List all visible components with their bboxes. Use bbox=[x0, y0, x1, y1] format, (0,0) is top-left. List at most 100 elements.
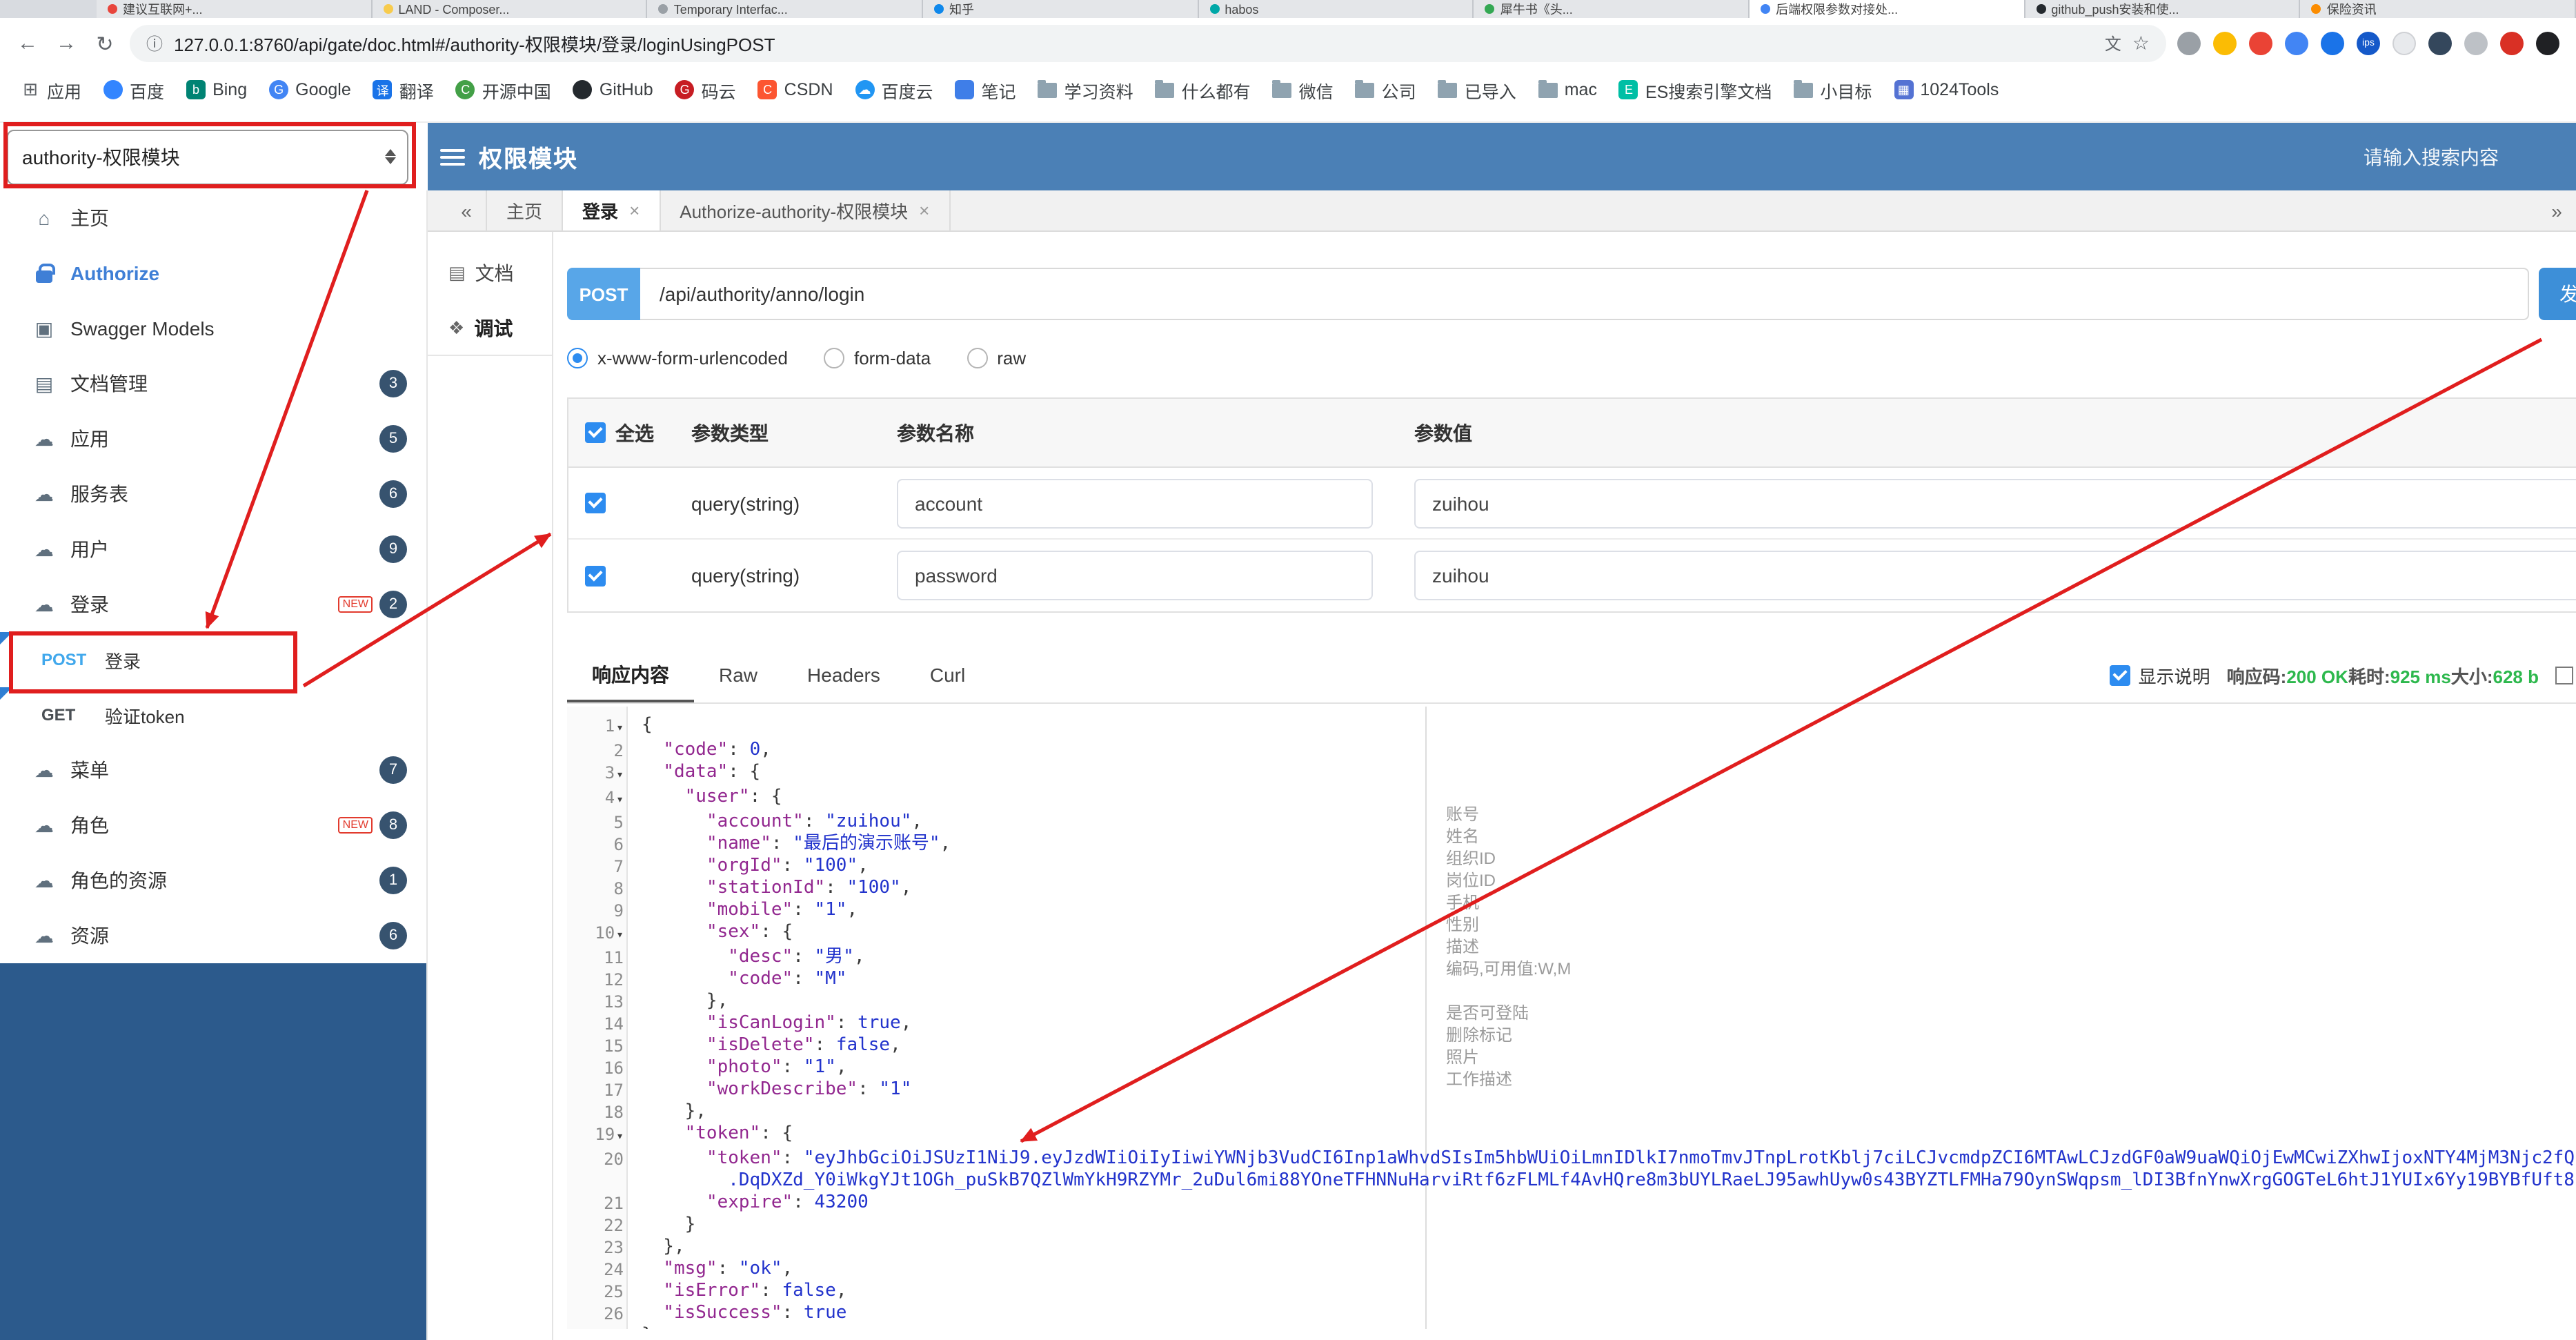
bookmark-item[interactable]: 公司 bbox=[1346, 73, 1426, 106]
fold-icon[interactable]: ▾ bbox=[616, 722, 624, 736]
param-name-input[interactable]: password bbox=[897, 551, 1373, 600]
content-type-radio[interactable]: x-www-form-urlencoded bbox=[567, 347, 788, 368]
sidebar-item-文档管理[interactable]: ▤ 文档管理 3 bbox=[0, 356, 426, 411]
row-checkbox[interactable] bbox=[585, 565, 606, 586]
bookmark-item[interactable]: 小目标 bbox=[1784, 73, 1881, 106]
pinwheel-extension-icon[interactable] bbox=[2500, 32, 2524, 55]
shield-extension-icon[interactable] bbox=[2428, 32, 2452, 55]
fold-icon[interactable]: ▾ bbox=[616, 1130, 624, 1144]
bookmark-item[interactable]: ☁ 百度云 bbox=[846, 73, 943, 106]
sidebar-item-应用[interactable]: ☁ 应用 5 bbox=[0, 411, 426, 466]
tabs-scroll-left-icon[interactable]: « bbox=[447, 190, 486, 230]
response-tab[interactable]: 响应内容 bbox=[567, 649, 694, 702]
ips-extension-icon[interactable]: ips bbox=[2357, 32, 2380, 55]
sidebar-item-Authorize[interactable]: Authorize bbox=[0, 246, 426, 301]
translate-icon[interactable]: 文 bbox=[2105, 32, 2121, 55]
content-tab[interactable]: Authorize-authority-权限模块 × bbox=[660, 190, 951, 230]
bookmark-item[interactable]: 什么都有 bbox=[1146, 73, 1260, 106]
sidebar-item-主页[interactable]: ⌂ 主页 bbox=[0, 190, 426, 246]
param-value-input[interactable]: zuihou bbox=[1414, 551, 2576, 600]
sidebar-item-角色的资源[interactable]: ☁ 角色的资源 1 bbox=[0, 853, 426, 908]
tabs-scroll-right-icon[interactable]: » bbox=[2537, 190, 2576, 230]
forward-icon[interactable]: → bbox=[52, 32, 80, 55]
snip-extension-icon[interactable] bbox=[2464, 32, 2488, 55]
bookmark-item[interactable]: 已导入 bbox=[1429, 73, 1526, 106]
bookmark-item[interactable]: ▦ 1024Tools bbox=[1884, 73, 2008, 106]
browser-tab[interactable]: 后端权限参数对接处... bbox=[1750, 0, 2025, 18]
bookmark-item[interactable]: C 开源中国 bbox=[446, 73, 561, 106]
hamburger-icon[interactable] bbox=[440, 148, 465, 165]
content-type-radio[interactable]: raw bbox=[967, 347, 1026, 368]
response-tab[interactable]: Raw bbox=[694, 649, 782, 702]
tab-close-icon[interactable]: × bbox=[629, 200, 640, 221]
bookmark-item[interactable]: 译翻译 bbox=[364, 73, 444, 106]
browser-tab[interactable]: 知乎 bbox=[923, 0, 1199, 18]
address-bar[interactable]: ⓘ 127.0.0.1:8760/api/gate/doc.html#/auth… bbox=[130, 25, 2166, 62]
sidebar-item-服务表[interactable]: ☁ 服务表 6 bbox=[0, 466, 426, 522]
fold-icon[interactable]: ▾ bbox=[616, 929, 624, 943]
show-description-toggle[interactable]: 显示说明 bbox=[2109, 662, 2210, 689]
bookmark-item[interactable]: C CSDN bbox=[749, 73, 843, 106]
bookmark-item[interactable]: ⊞ 应用 bbox=[11, 73, 91, 106]
sidebar-item-Swagger Models[interactable]: ▣ Swagger Models bbox=[0, 301, 426, 356]
sidebar-item-用户[interactable]: ☁ 用户 9 bbox=[0, 522, 426, 577]
fullscreen-icon[interactable] bbox=[2555, 667, 2573, 684]
sidebar-endpoint-post[interactable]: POST 登录 bbox=[0, 632, 426, 687]
bookmark-star-icon[interactable]: ☆ bbox=[2132, 32, 2150, 55]
bookmark-item[interactable]: b Bing bbox=[177, 73, 257, 106]
content-type-radio[interactable]: form-data bbox=[823, 347, 931, 368]
browser-tab[interactable]: 建议互联网+... bbox=[97, 0, 373, 18]
bookmark-item[interactable]: mac bbox=[1529, 73, 1607, 106]
module-select[interactable]: authority-权限模块 bbox=[7, 129, 408, 184]
page-info-icon[interactable]: ⓘ bbox=[146, 32, 163, 55]
request-url-input[interactable]: /api/authority/anno/login bbox=[640, 268, 2529, 320]
browser-tab[interactable]: 保险资讯 bbox=[2300, 0, 2576, 18]
show-description-checkbox[interactable] bbox=[2109, 665, 2130, 686]
blue-dot-extension-icon[interactable] bbox=[2321, 32, 2344, 55]
header-search-input[interactable]: 请输入搜索内容 bbox=[2364, 143, 2499, 170]
bookmark-item[interactable]: 学习资料 bbox=[1029, 73, 1143, 106]
bookmark-item[interactable]: 笔记 bbox=[946, 73, 1026, 106]
sidebar-item-登录[interactable]: ☁ 登录 NEW 2 bbox=[0, 577, 426, 632]
content-tab[interactable]: 登录 × bbox=[563, 190, 661, 230]
browser-tab[interactable]: LAND - Composer... bbox=[372, 0, 648, 18]
param-name-input[interactable]: account bbox=[897, 478, 1373, 528]
reload-icon[interactable]: ↻ bbox=[91, 31, 119, 56]
light-extension-icon[interactable] bbox=[2392, 32, 2416, 55]
bookmark-item[interactable]: E ES搜索引擎文档 bbox=[1609, 73, 1781, 106]
content-tab[interactable]: 主页 bbox=[486, 190, 564, 230]
send-button[interactable]: 发送 bbox=[2539, 268, 2576, 320]
row-checkbox[interactable] bbox=[585, 493, 606, 513]
tab-title: 主页 bbox=[506, 201, 543, 222]
back-icon[interactable]: ← bbox=[14, 32, 41, 55]
response-tab[interactable]: Curl bbox=[905, 649, 990, 702]
sidebar-item-菜单[interactable]: ☁ 菜单 7 bbox=[0, 742, 426, 798]
fold-icon[interactable]: ▾ bbox=[616, 794, 624, 807]
bookmark-item[interactable]: G 码云 bbox=[666, 73, 746, 106]
bookmark-item[interactable]: 百度 bbox=[94, 73, 174, 106]
scissors-extension-icon[interactable] bbox=[2249, 32, 2272, 55]
sidebar-item-资源[interactable]: ☁ 资源 6 bbox=[0, 908, 426, 963]
param-value-input[interactable]: zuihou bbox=[1414, 478, 2576, 528]
doc-nav-文档[interactable]: ▤ 文档 bbox=[428, 246, 552, 301]
sidebar-item-角色[interactable]: ☁ 角色 NEW 8 bbox=[0, 798, 426, 853]
browser-tab[interactable]: 犀牛书《头... bbox=[1474, 0, 1750, 18]
tab-close-icon[interactable]: × bbox=[919, 200, 929, 221]
chrome-extension-icon[interactable] bbox=[2285, 32, 2308, 55]
dark-extension-icon[interactable] bbox=[2536, 32, 2559, 55]
bookmark-item[interactable]: G Google bbox=[259, 73, 361, 106]
sidebar-endpoint-get[interactable]: GET 验证token bbox=[0, 687, 426, 742]
browser-tab[interactable]: habos bbox=[1198, 0, 1474, 18]
clock-extension-icon[interactable] bbox=[2213, 32, 2237, 55]
browser-tab[interactable]: github_push安装和使... bbox=[2025, 0, 2301, 18]
screenshot-extension-icon[interactable] bbox=[2177, 32, 2201, 55]
response-tab[interactable]: Headers bbox=[782, 649, 905, 702]
select-all-checkbox[interactable] bbox=[585, 422, 606, 443]
bookmark-item[interactable]: 微信 bbox=[1263, 73, 1343, 106]
response-json-viewer[interactable]: 1 ▾{2 "code": 0, 3 ▾ "data": {4 ▾ "user": {5… bbox=[567, 707, 2576, 1329]
fold-icon[interactable]: ▾ bbox=[616, 769, 624, 782]
browser-tab[interactable]: Temporary Interfac... bbox=[647, 0, 924, 18]
bookmark-item[interactable]: GitHub bbox=[564, 73, 663, 106]
url-text[interactable]: 127.0.0.1:8760/api/gate/doc.html#/author… bbox=[174, 30, 2094, 57]
doc-nav-调试[interactable]: ❖ 调试 bbox=[428, 301, 552, 356]
